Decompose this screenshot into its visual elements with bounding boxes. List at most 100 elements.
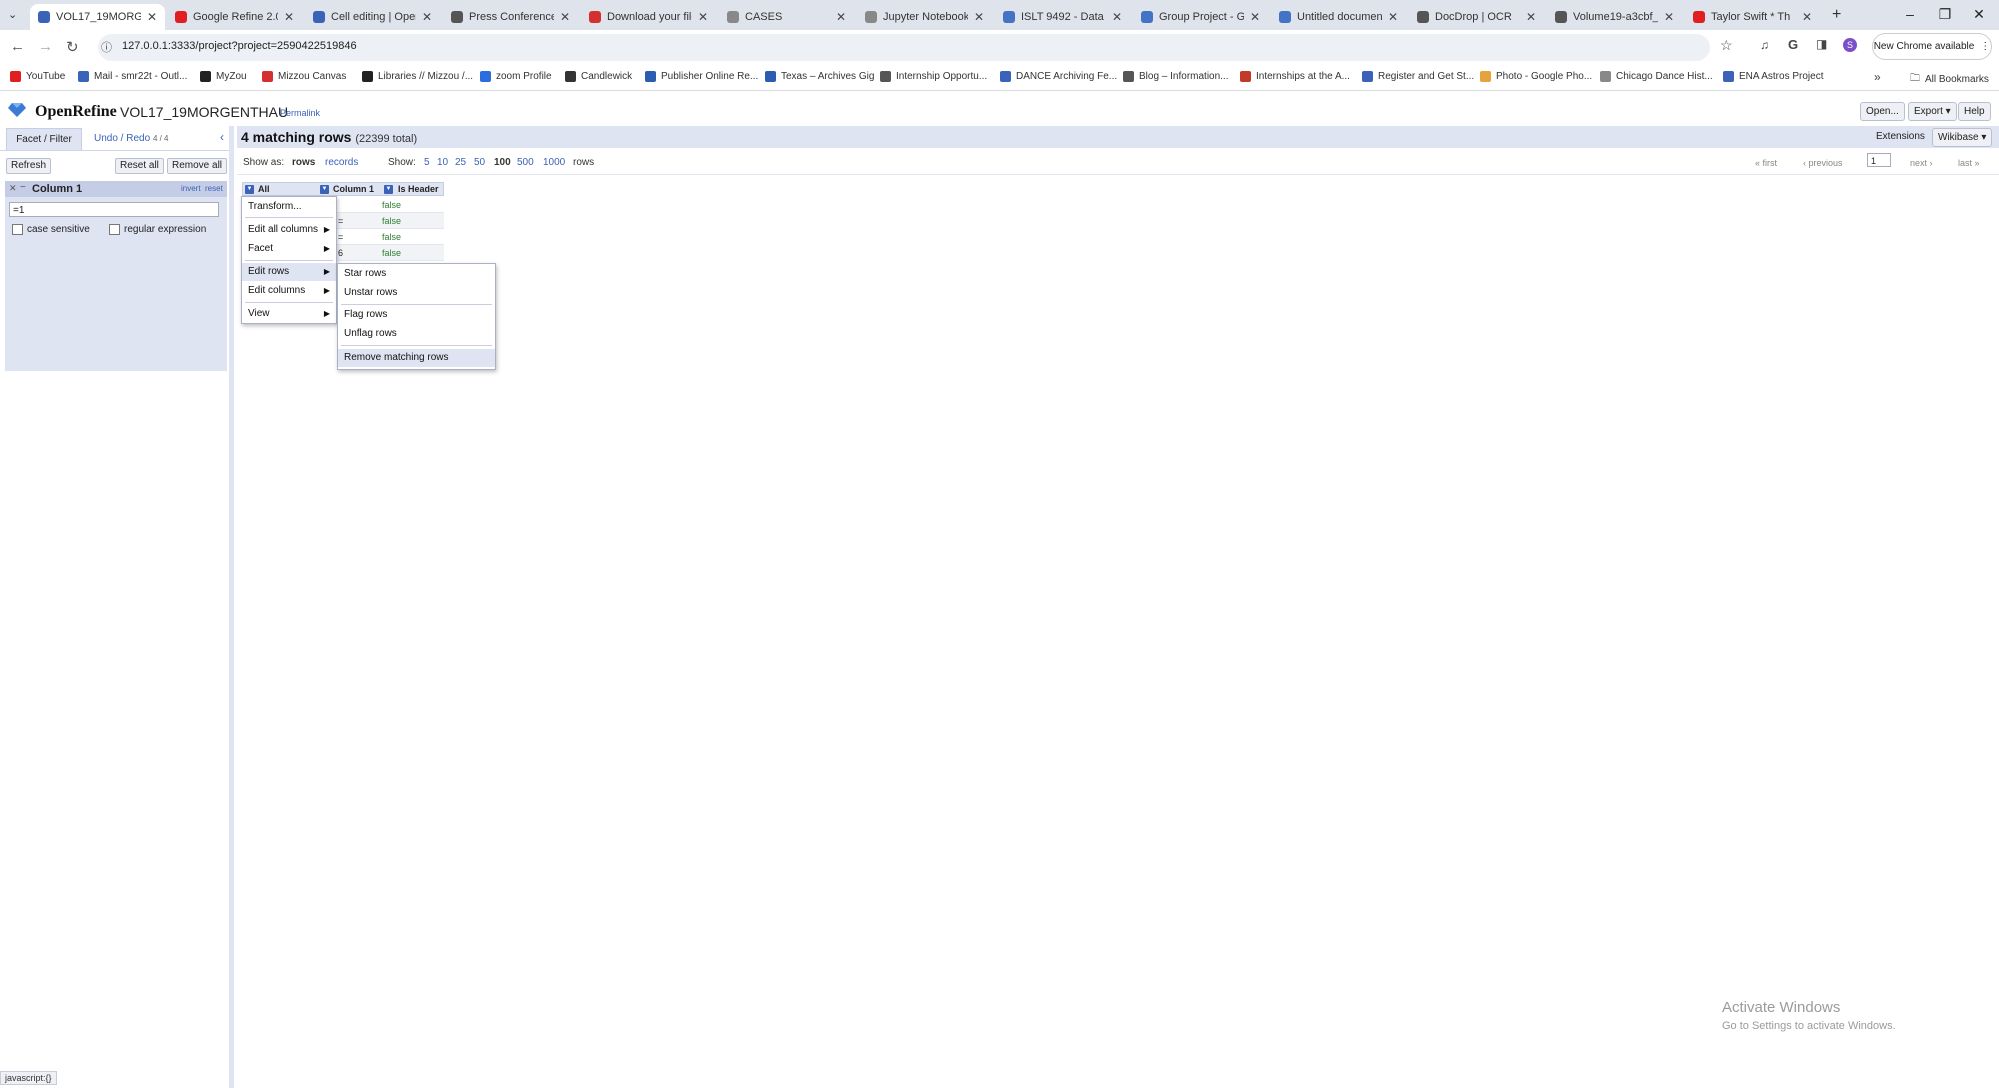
browser-tab[interactable]: Taylor Swift * Th ✕ [1685,4,1820,30]
tab-close-icon[interactable]: ✕ [1112,10,1122,24]
tab-close-icon[interactable]: ✕ [1388,10,1398,24]
tab-close-icon[interactable]: ✕ [560,10,570,24]
restore-icon[interactable]: ❐ [1935,6,1955,23]
bookmark-item[interactable]: Internships at the A... [1240,71,1350,82]
tab-facet-filter[interactable]: Facet / Filter [6,128,82,150]
google-icon[interactable]: G [1788,37,1798,52]
export-button[interactable]: Export ▾ [1908,102,1957,121]
row-count-option[interactable]: 10 [437,157,448,168]
all-column-dropdown-icon[interactable]: ▼ [245,185,254,194]
row-count-option[interactable]: 50 [474,157,485,168]
row-count-option[interactable]: 500 [517,157,534,168]
show-as-records[interactable]: records [325,157,358,168]
browser-tab[interactable]: Volume19-a3cbf_oc ✕ [1547,4,1682,30]
bookmark-item[interactable]: Libraries // Mizzou /... [362,71,473,82]
tab-close-icon[interactable]: ✕ [147,10,157,24]
menu-view[interactable]: View ▶ [242,305,336,323]
more-bookmarks-icon[interactable]: » [1874,70,1881,84]
isheader-dropdown-icon[interactable]: ▼ [384,185,393,194]
tab-close-icon[interactable]: ✕ [284,10,294,24]
menu-unstar-rows[interactable]: Unstar rows [338,284,495,302]
remove-all-button[interactable]: Remove all [167,158,228,174]
next-page-link[interactable]: next › [1910,158,1933,168]
row-count-option[interactable]: 1000 [543,157,565,168]
menu-star-rows[interactable]: Star rows [338,265,495,283]
cell-is-header[interactable]: false [382,200,401,210]
bookmark-item[interactable]: ENA Astros Project [1723,71,1823,82]
row-count-option[interactable]: 25 [455,157,466,168]
open-button[interactable]: Open... [1860,102,1905,121]
cell-column1[interactable]: = [338,232,343,242]
bookmark-item[interactable]: zoom Profile [480,71,552,82]
tab-search-icon[interactable]: ⌄ [8,8,17,21]
browser-tab[interactable]: Press Conferences - ✕ [443,4,578,30]
last-page-link[interactable]: last » [1958,158,1980,168]
all-bookmarks-link[interactable]: 🗀 All Bookmarks [1910,71,1989,88]
bookmark-star-icon[interactable]: ☆ [1720,37,1733,54]
project-name[interactable]: VOL17_19MORGENTHAU [120,104,288,120]
menu-edit-rows[interactable]: Edit rows ▶ [242,263,336,281]
browser-tab[interactable]: Group Project - Goo ✕ [1133,4,1268,30]
row-count-option[interactable]: 5 [424,157,430,168]
previous-page-link[interactable]: ‹ previous [1803,158,1843,168]
cell-is-header[interactable]: false [382,248,401,258]
column1-dropdown-icon[interactable]: ▼ [320,185,329,194]
reload-icon[interactable]: ↻ [66,38,79,56]
permalink-link[interactable]: Permalink [280,108,320,118]
bookmark-item[interactable]: Mizzou Canvas [262,71,346,82]
bookmark-item[interactable]: MyZou [200,71,247,82]
new-tab-icon[interactable]: + [1832,6,1841,24]
tab-close-icon[interactable]: ✕ [1802,10,1812,24]
url-text[interactable]: 127.0.0.1:3333/project?project=259042251… [122,40,357,52]
new-chrome-available-button[interactable]: New Chrome available ⋮ [1872,33,1992,60]
tab-close-icon[interactable]: ✕ [1250,10,1260,24]
browser-tab[interactable]: VOL17_19MORGEN ✕ [30,4,165,30]
menu-transform[interactable]: Transform... [242,198,336,216]
sidepanel-icon[interactable]: ◨ [1816,37,1827,51]
cell-is-header[interactable]: false [382,232,401,242]
browser-tab[interactable]: Jupyter Notebook V ✕ [857,4,992,30]
menu-unflag-rows[interactable]: Unflag rows [338,325,495,343]
minimize-icon[interactable]: – [1900,6,1920,22]
bookmark-item[interactable]: Internship Opportu... [880,71,987,82]
refresh-button[interactable]: Refresh [6,158,52,174]
browser-tab[interactable]: CASES ✕ [719,4,854,30]
bookmark-item[interactable]: Mail - smr22t - Outl... [78,71,187,82]
page-number-input[interactable]: 1 [1867,153,1891,167]
menu-remove-matching-rows[interactable]: Remove matching rows [338,349,495,367]
media-icon[interactable]: ♫ [1760,38,1769,52]
bookmark-item[interactable]: YouTube [10,71,65,82]
site-info-icon[interactable]: ⓘ [101,39,112,55]
browser-tab[interactable]: Google Refine 2.0 - ✕ [167,4,302,30]
first-page-link[interactable]: « first [1755,158,1777,168]
menu-edit-columns[interactable]: Edit columns ▶ [242,282,336,300]
menu-edit-all-columns[interactable]: Edit all columns ▶ [242,221,336,239]
cell-column1[interactable]: 6 [338,248,343,258]
tab-close-icon[interactable]: ✕ [698,10,708,24]
facet-reset-link[interactable]: reset [205,184,223,193]
tab-close-icon[interactable]: ✕ [1664,10,1674,24]
profile-avatar[interactable]: S [1843,38,1857,52]
bookmark-item[interactable]: Blog – Information... [1123,71,1229,82]
cell-column1[interactable]: = [338,216,343,226]
facet-filter-input[interactable]: =1 [9,202,219,217]
close-window-icon[interactable]: ✕ [1969,6,1989,23]
remove-facet-icon[interactable]: ✕ [9,183,17,194]
help-button[interactable]: Help [1958,102,1991,121]
case-sensitive-checkbox[interactable] [12,224,23,235]
bookmark-item[interactable]: Texas – Archives Gig [765,71,874,82]
browser-tab[interactable]: Download your file ✕ [581,4,716,30]
tab-close-icon[interactable]: ✕ [422,10,432,24]
menu-facet[interactable]: Facet ▶ [242,240,336,258]
browser-tab[interactable]: Cell editing | OpenR ✕ [305,4,440,30]
reset-all-button[interactable]: Reset all [115,158,164,174]
tab-close-icon[interactable]: ✕ [974,10,984,24]
facet-invert-link[interactable]: invert [181,184,201,193]
tab-undo-redo[interactable]: Undo / Redo 4 / 4 [94,133,169,144]
forward-icon[interactable]: → [38,38,53,55]
back-icon[interactable]: ← [10,38,25,55]
tab-close-icon[interactable]: ✕ [1526,10,1536,24]
browser-tab[interactable]: DocDrop | OCR ✕ [1409,4,1544,30]
bookmark-item[interactable]: Publisher Online Re... [645,71,758,82]
bookmark-item[interactable]: Chicago Dance Hist... [1600,71,1713,82]
